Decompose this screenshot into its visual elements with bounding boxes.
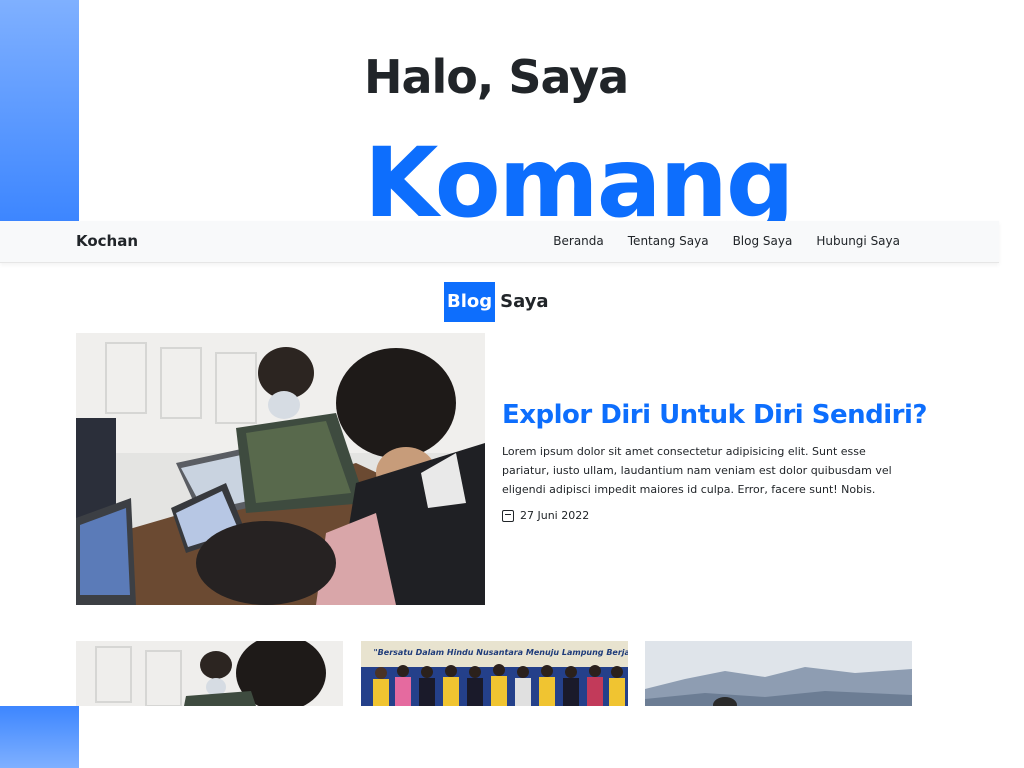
- thumbnail-2-banner-text: "Bersatu Dalam Hindu Nusantara Menuju La…: [374, 648, 628, 657]
- nav-link-tentang-saya[interactable]: Tentang Saya: [628, 234, 709, 248]
- featured-post-image[interactable]: [76, 333, 485, 605]
- featured-post-title[interactable]: Explor Diri Untuk Diri Sendiri?: [502, 400, 927, 430]
- section-title-rest: Saya: [500, 291, 549, 312]
- section-title: Blog Saya: [444, 282, 549, 322]
- calendar-icon: [502, 509, 514, 522]
- featured-post-excerpt: Lorem ipsum dolor sit amet consectetur a…: [502, 445, 892, 496]
- hero-greeting: Halo, Saya: [364, 50, 629, 104]
- nav-link-hubungi-saya[interactable]: Hubungi Saya: [816, 234, 900, 248]
- nav-link-blog-saya[interactable]: Blog Saya: [733, 234, 793, 248]
- featured-post-date-text: 27 Juni 2022: [520, 509, 590, 522]
- section-title-highlight: Blog: [444, 282, 496, 322]
- brand-logo-link[interactable]: Kochan: [76, 232, 138, 250]
- hero-section: Halo, Saya Komang: [0, 0, 1024, 221]
- navbar: Kochan Beranda Tentang Saya Blog Saya Hu…: [0, 221, 999, 263]
- decorative-corner-bottom: [0, 706, 79, 768]
- blog-thumbnail-2[interactable]: "Bersatu Dalam Hindu Nusantara Menuju La…: [361, 641, 628, 706]
- blog-thumbnail-3[interactable]: [645, 641, 912, 706]
- blog-thumbnail-1[interactable]: [76, 641, 343, 706]
- nav-link-beranda[interactable]: Beranda: [553, 234, 603, 248]
- featured-post-date: 27 Juni 2022: [502, 509, 589, 522]
- nav-links: Beranda Tentang Saya Blog Saya Hubungi S…: [553, 234, 900, 248]
- hero-name: Komang: [364, 127, 795, 221]
